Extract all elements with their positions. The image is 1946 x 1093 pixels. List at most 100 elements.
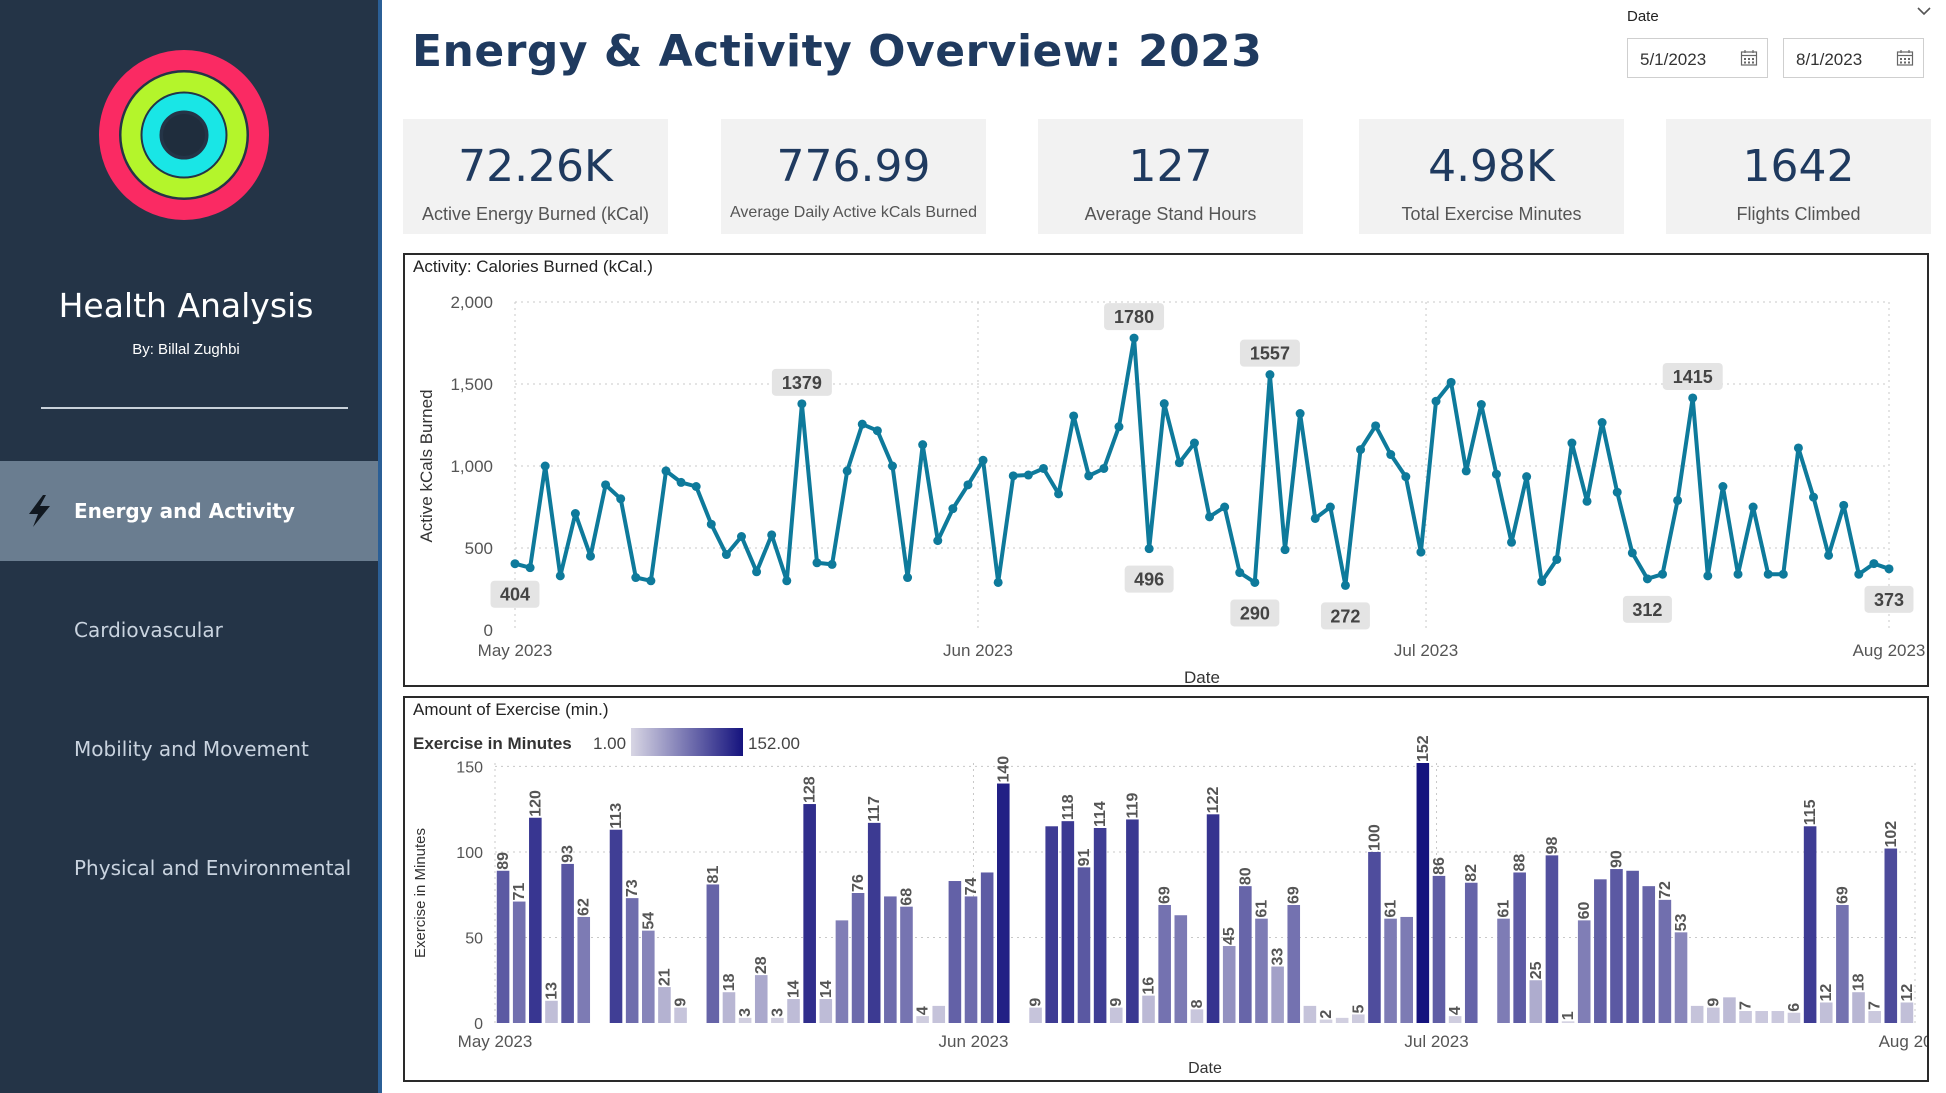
exercise-bar bbox=[980, 872, 994, 1023]
bar-data-label: 14 bbox=[786, 980, 803, 998]
calories-data-point bbox=[963, 480, 973, 490]
bar-data-label: 9 bbox=[1108, 998, 1125, 1007]
bar-data-label: 93 bbox=[560, 845, 577, 863]
exercise-bar bbox=[561, 863, 574, 1023]
bar-data-label: 9 bbox=[673, 998, 690, 1007]
legend-max-label: 152.00 bbox=[748, 734, 800, 753]
calories-data-point bbox=[525, 563, 535, 573]
exercise-bar bbox=[674, 1007, 687, 1023]
activity-rings-logo bbox=[99, 50, 269, 220]
calories-data-point bbox=[1688, 393, 1698, 403]
exercise-bar bbox=[1319, 1019, 1333, 1023]
exercise-bar bbox=[1416, 763, 1430, 1023]
bar-data-label: 117 bbox=[866, 796, 883, 822]
exercise-bar bbox=[642, 930, 655, 1023]
exercise-bar bbox=[1884, 848, 1898, 1023]
bar-data-label: 4 bbox=[1447, 1006, 1464, 1015]
exercise-bar bbox=[1077, 867, 1091, 1023]
start-date-input[interactable]: 5/1/2023 bbox=[1627, 38, 1768, 78]
calories-data-point bbox=[1099, 463, 1109, 473]
calories-data-point bbox=[1446, 377, 1456, 387]
sidebar-divider bbox=[41, 407, 348, 409]
exercise-bar bbox=[1755, 1011, 1768, 1023]
calories-data-point bbox=[1612, 487, 1622, 497]
legend-title: Exercise in Minutes bbox=[413, 734, 572, 753]
exercise-bar bbox=[1836, 904, 1849, 1023]
exercise-bar bbox=[1545, 855, 1559, 1023]
calories-data-point bbox=[1340, 580, 1350, 590]
bar-data-label: 12 bbox=[1899, 984, 1916, 1002]
exercise-bar bbox=[803, 804, 816, 1023]
calories-data-point bbox=[978, 455, 988, 465]
exercise-bar bbox=[1255, 918, 1268, 1023]
bar-data-label: 54 bbox=[640, 912, 657, 930]
x-axis-title: Date bbox=[1184, 668, 1220, 685]
nav-item-label: Physical and Environmental bbox=[74, 856, 352, 880]
exercise-bar bbox=[1819, 1002, 1833, 1023]
bar-data-label: 14 bbox=[818, 980, 835, 998]
calories-data-point bbox=[1401, 472, 1411, 482]
calories-data-point bbox=[1763, 569, 1773, 579]
calories-data-point bbox=[601, 480, 611, 490]
legend-min-label: 1.00 bbox=[593, 734, 626, 753]
calories-data-point bbox=[1778, 569, 1788, 579]
bar-data-label: 74 bbox=[963, 878, 980, 896]
bar-data-label: 120 bbox=[527, 790, 544, 817]
calories-data-point bbox=[1295, 409, 1305, 419]
kpi-active-energy: 72.26K Active Energy Burned (kCal) bbox=[403, 119, 668, 234]
bar-data-label: 82 bbox=[1463, 864, 1480, 882]
x-axis-title: Date bbox=[1188, 1060, 1222, 1077]
calories-data-point bbox=[1038, 463, 1048, 473]
exercise-bar bbox=[1045, 826, 1058, 1023]
kpi-label: Flights Climbed bbox=[1736, 204, 1861, 224]
exercise-bar bbox=[1594, 879, 1607, 1023]
bar-data-label: 3 bbox=[737, 1008, 754, 1017]
exercise-bar bbox=[1174, 915, 1188, 1023]
exercise-bar bbox=[706, 884, 720, 1023]
x-tick-label: Jul 2023 bbox=[1394, 641, 1458, 660]
exercise-chart-panel: Amount of Exercise (min.) Exercise in Mi… bbox=[403, 696, 1929, 1082]
calories-data-point bbox=[736, 532, 746, 542]
calories-data-point bbox=[1703, 571, 1713, 581]
bar-data-label: 53 bbox=[1673, 913, 1690, 931]
calendar-icon[interactable] bbox=[1740, 49, 1758, 67]
exercise-bar bbox=[932, 1005, 946, 1023]
exercise-bar bbox=[1432, 875, 1446, 1023]
calories-data-point bbox=[540, 461, 550, 471]
bar-data-label: 61 bbox=[1383, 900, 1400, 918]
x-tick-label: Jul 2023 bbox=[1404, 1032, 1468, 1051]
bar-data-label: 62 bbox=[576, 898, 593, 916]
nav-item-cardiovascular[interactable]: Cardiovascular bbox=[0, 580, 378, 680]
calories-data-point bbox=[1476, 400, 1486, 409]
exercise-bar bbox=[1109, 1007, 1123, 1023]
chevron-down-icon[interactable] bbox=[1916, 4, 1932, 18]
calories-data-point bbox=[1174, 458, 1184, 468]
y-axis-title: Active kCals Burned bbox=[417, 389, 436, 542]
y-tick-label: 2,000 bbox=[450, 293, 493, 312]
calendar-icon[interactable] bbox=[1896, 49, 1914, 67]
bar-data-label: 3 bbox=[769, 1008, 786, 1017]
exercise-bar bbox=[1303, 1005, 1317, 1023]
calories-data-point bbox=[782, 576, 792, 586]
exercise-bar bbox=[1464, 882, 1478, 1023]
end-date-input[interactable]: 8/1/2023 bbox=[1783, 38, 1924, 78]
nav-item-label: Mobility and Movement bbox=[74, 737, 309, 761]
data-label: 373 bbox=[1874, 590, 1904, 610]
nav-item-energy-activity[interactable]: Energy and Activity bbox=[0, 461, 378, 561]
nav-item-physical-environmental[interactable]: Physical and Environmental bbox=[0, 818, 378, 918]
calories-data-point bbox=[812, 558, 822, 568]
bar-data-label: 9 bbox=[1705, 998, 1722, 1007]
calories-data-point bbox=[1537, 577, 1547, 587]
sidebar-edge bbox=[378, 0, 382, 1093]
calories-data-point bbox=[555, 571, 565, 581]
bar-data-label: 61 bbox=[1496, 900, 1513, 918]
exercise-bar bbox=[1900, 1002, 1914, 1023]
kpi-value: 72.26K bbox=[458, 141, 613, 192]
nav-item-mobility-movement[interactable]: Mobility and Movement bbox=[0, 699, 378, 799]
exercise-bar bbox=[577, 916, 591, 1023]
exercise-bar bbox=[1287, 904, 1301, 1023]
exercise-bar bbox=[851, 893, 865, 1023]
bar-data-label: 4 bbox=[915, 1006, 932, 1015]
exercise-bar bbox=[1642, 886, 1656, 1023]
calories-data-point bbox=[1824, 550, 1834, 560]
